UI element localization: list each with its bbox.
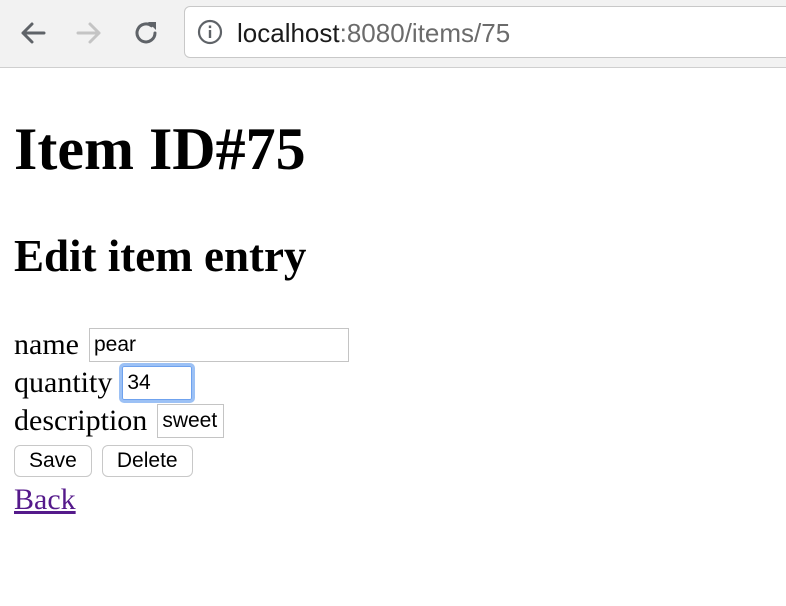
form-buttons: Save Delete	[14, 442, 349, 480]
save-button[interactable]: Save	[14, 445, 92, 477]
quantity-label: quantity	[14, 366, 113, 399]
quantity-row: quantity	[14, 363, 349, 403]
name-input[interactable]	[88, 328, 349, 362]
url-text: localhost:8080/items/75	[237, 18, 510, 48]
browser-toolbar: localhost:8080/items/75	[0, 0, 786, 68]
description-label: description	[14, 404, 148, 437]
forward-arrow-icon[interactable]	[70, 14, 108, 52]
name-row: name	[14, 326, 349, 364]
edit-item-form: name quantity description Save Delete Ba…	[14, 326, 349, 518]
address-bar[interactable]: localhost:8080/items/75	[184, 6, 786, 58]
info-icon[interactable]	[197, 19, 223, 45]
delete-button[interactable]: Delete	[101, 445, 193, 477]
reload-icon[interactable]	[127, 14, 165, 52]
back-link[interactable]: Back	[14, 482, 349, 518]
url-host: localhost	[237, 18, 340, 48]
url-path: :8080/items/75	[339, 18, 511, 48]
quantity-input[interactable]	[119, 363, 196, 403]
page-title: Item ID#75	[14, 116, 306, 182]
page-subtitle: Edit item entry	[14, 231, 307, 281]
back-arrow-icon[interactable]	[14, 14, 52, 52]
description-input[interactable]	[157, 404, 225, 438]
name-label: name	[14, 328, 79, 361]
description-row: description	[14, 402, 349, 440]
